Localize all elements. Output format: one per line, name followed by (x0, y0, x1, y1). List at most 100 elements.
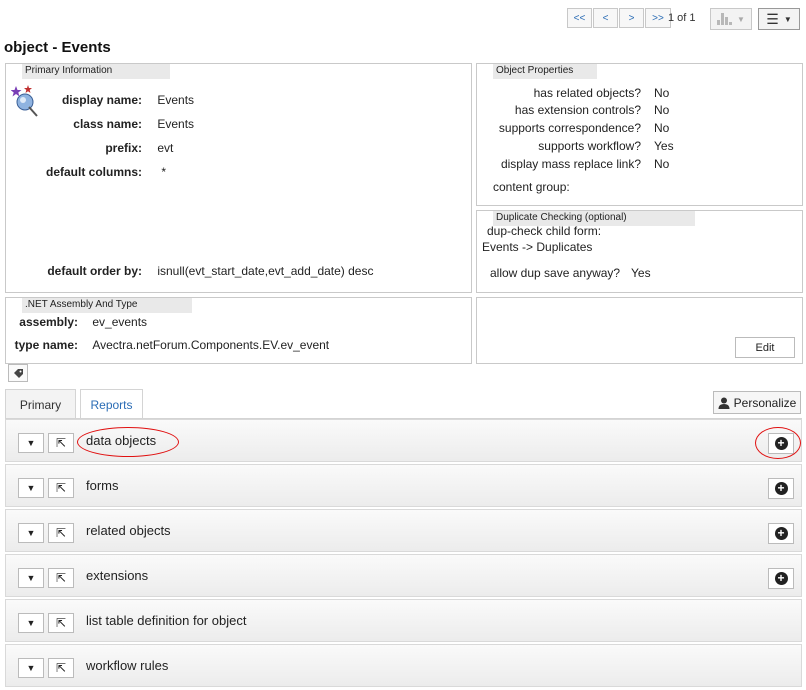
object-properties-panel: Object Properties has related objects? N… (476, 63, 803, 206)
expand-button[interactable]: ▼ (18, 433, 44, 453)
content-group-label: content group: (493, 180, 570, 194)
field-label: default order by: (47, 264, 142, 278)
tab-reports[interactable]: Reports (80, 389, 143, 419)
info-row: prefix: evt (18, 141, 173, 155)
section-title[interactable]: extensions (86, 568, 148, 583)
field-label: default columns: (45, 165, 142, 179)
field-value: isnull(evt_start_date,evt_add_date) desc (157, 264, 374, 278)
page-count: 1 of 1 (668, 12, 696, 24)
field-value: Avectra.netForum.Components.EV.ev_event (92, 338, 330, 352)
open-button[interactable]: ⇱ (48, 478, 74, 498)
prop-value: No (654, 157, 670, 171)
open-button[interactable]: ⇱ (48, 523, 74, 543)
assembly-panel: .NET Assembly And Type assembly: ev_even… (5, 297, 472, 364)
chart-menu-button[interactable]: ▼ (710, 8, 752, 30)
section-title[interactable]: workflow rules (86, 658, 168, 673)
external-link-icon: ⇱ (55, 481, 67, 495)
plus-circle-icon: + (774, 482, 788, 495)
external-link-icon: ⇱ (55, 616, 67, 630)
bar-chart-icon (717, 13, 733, 25)
field-value: ev_events (92, 315, 148, 329)
field-value: Events (157, 117, 195, 131)
chevron-down-icon: ▼ (26, 483, 36, 493)
add-button[interactable]: + (768, 568, 794, 589)
external-link-icon: ⇱ (55, 526, 67, 540)
assembly-row: assembly: ev_events (16, 315, 147, 329)
prop-value: No (654, 121, 670, 135)
section-extensions: ▼ ⇱ extensions + (5, 554, 802, 597)
first-page-button[interactable]: << (567, 8, 592, 28)
section-title[interactable]: forms (86, 478, 119, 493)
prop-value: Yes (654, 139, 674, 153)
annotation-oval-data-objects (77, 427, 179, 457)
open-button[interactable]: ⇱ (48, 658, 74, 678)
tag-icon (13, 368, 23, 378)
section-workflow-rules: ▼ ⇱ workflow rules (5, 644, 802, 687)
external-link-icon: ⇱ (55, 571, 67, 585)
external-link-icon: ⇱ (55, 436, 67, 450)
duplicate-checking-panel: Duplicate Checking (optional) dup-check … (476, 210, 803, 293)
field-label: display name: (61, 93, 142, 107)
section-related-objects: ▼ ⇱ related objects + (5, 509, 802, 552)
prop-label: has related objects? (533, 86, 641, 100)
field-value: * (161, 165, 167, 179)
field-value: Events (157, 93, 195, 107)
user-icon (718, 397, 730, 409)
chevron-down-icon: ▼ (26, 618, 36, 628)
add-button[interactable]: + (768, 523, 794, 544)
prop-label: supports workflow? (538, 139, 641, 153)
edit-button[interactable]: Edit (735, 337, 795, 358)
next-page-button[interactable]: > (619, 8, 644, 28)
expand-button[interactable]: ▼ (18, 478, 44, 498)
add-button[interactable]: + (768, 478, 794, 499)
chevron-down-icon: ▼ (26, 528, 36, 538)
info-row: default order by: isnull(evt_start_date,… (18, 264, 373, 278)
open-button[interactable]: ⇱ (48, 613, 74, 633)
prop-label: display mass replace link? (500, 157, 641, 171)
info-row: class name: Events (18, 117, 194, 131)
panel-title: Object Properties (493, 64, 597, 79)
info-row: default columns: * (18, 165, 166, 179)
panel-title: Primary Information (22, 64, 170, 79)
section-forms: ▼ ⇱ forms + (5, 464, 802, 507)
personalize-button[interactable]: Personalize (713, 391, 801, 414)
list-icon: ☰ (766, 11, 779, 27)
field-label: assembly: (19, 315, 78, 329)
field-label: type name: (14, 338, 78, 352)
open-button[interactable]: ⇱ (48, 433, 74, 453)
panel-title: .NET Assembly And Type (22, 298, 192, 313)
annotation-oval-add-button (755, 427, 801, 459)
expand-button[interactable]: ▼ (18, 658, 44, 678)
primary-information-panel: Primary Information display name: Events… (5, 63, 472, 293)
tab-primary[interactable]: Primary (5, 389, 76, 419)
external-link-icon: ⇱ (55, 661, 67, 675)
dup-child-form-value: Events -> Duplicates (482, 240, 593, 254)
chevron-down-icon: ▼ (26, 573, 36, 583)
expand-button[interactable]: ▼ (18, 613, 44, 633)
expand-button[interactable]: ▼ (18, 523, 44, 543)
list-menu-button[interactable]: ☰ ▼ (758, 8, 800, 30)
chevron-down-icon: ▼ (737, 14, 745, 24)
prop-label: has extension controls? (514, 103, 641, 117)
field-value: evt (157, 141, 174, 155)
info-row: display name: Events (18, 93, 194, 107)
prop-value: No (654, 86, 670, 100)
allow-dup-label: allow dup save anyway? (490, 266, 621, 280)
field-label: class name: (73, 117, 142, 131)
open-button[interactable]: ⇱ (48, 568, 74, 588)
prev-page-button[interactable]: < (593, 8, 618, 28)
chevron-down-icon: ▼ (26, 663, 36, 673)
section-title[interactable]: list table definition for object (86, 613, 246, 628)
prop-value: No (654, 103, 670, 117)
pager: << < > >> (567, 8, 672, 28)
expand-button[interactable]: ▼ (18, 568, 44, 588)
field-label: prefix: (105, 141, 142, 155)
page-title: object - Events (4, 39, 111, 56)
dup-child-form-label: dup-check child form: (487, 224, 602, 238)
type-row: type name: Avectra.netForum.Components.E… (10, 338, 330, 352)
personalize-label: Personalize (733, 395, 797, 410)
chevron-down-icon: ▼ (26, 438, 36, 448)
section-title[interactable]: related objects (86, 523, 171, 538)
tag-button[interactable] (8, 364, 28, 382)
plus-circle-icon: + (774, 572, 788, 585)
